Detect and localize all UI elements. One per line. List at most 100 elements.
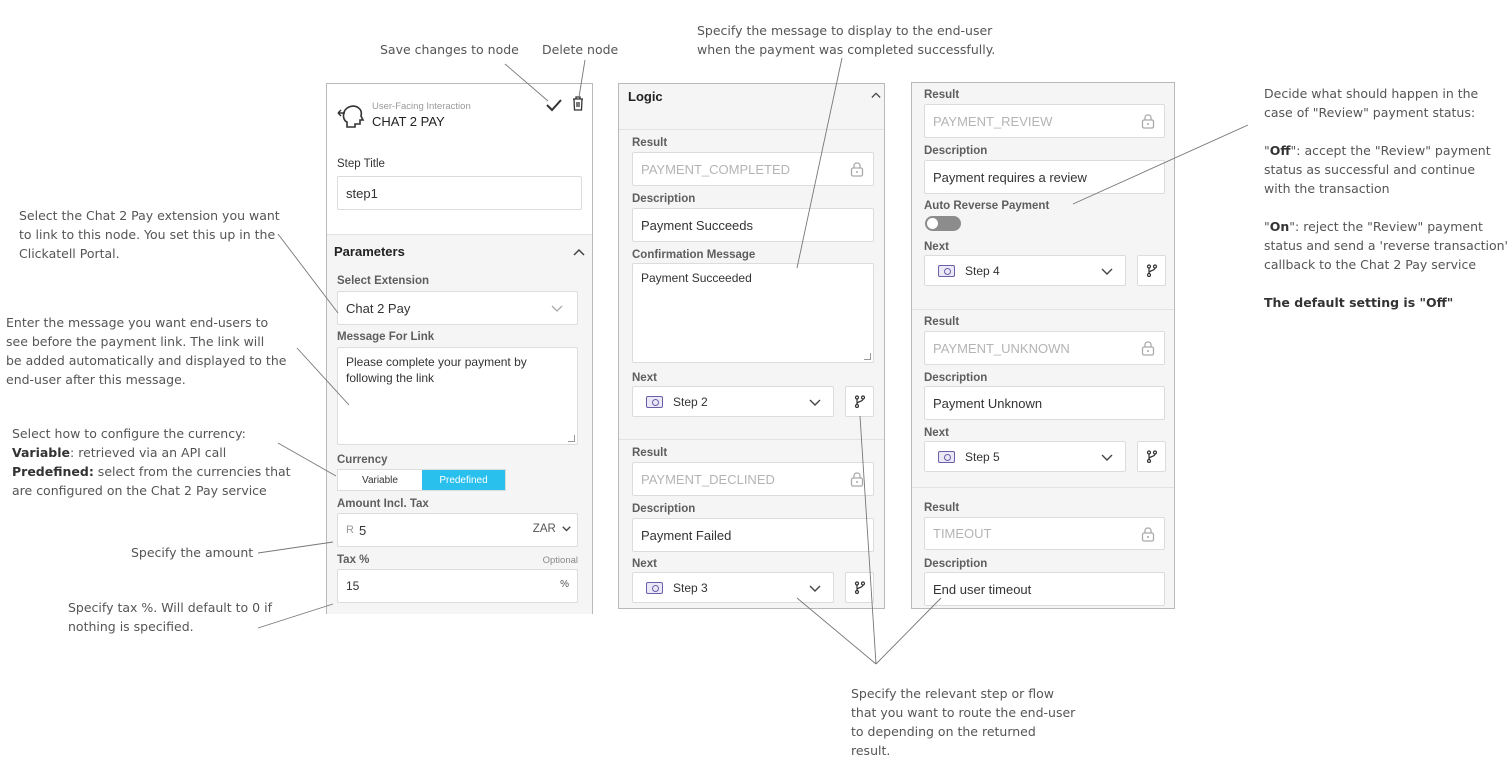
result-field: PAYMENT_DECLINED: [632, 462, 874, 496]
resize-handle[interactable]: [568, 435, 575, 442]
lock-icon: [1141, 341, 1155, 356]
result-field: PAYMENT_UNKNOWN: [924, 331, 1165, 365]
description-input[interactable]: End user timeout: [924, 572, 1165, 606]
chevron-up-icon[interactable]: [573, 248, 585, 256]
next-label: Next: [924, 427, 949, 439]
chevron-down-icon: [551, 305, 563, 312]
annotation-line: when the payment was completed successfu…: [697, 42, 996, 57]
node-category: User-Facing Interaction: [372, 101, 471, 112]
extension-select[interactable]: Chat 2 Pay: [337, 291, 578, 325]
message-textarea[interactable]: Please complete your payment by followin…: [337, 347, 578, 445]
description-input[interactable]: Payment Succeeds: [632, 208, 874, 242]
annotation-bold: The default setting is "Off": [1264, 295, 1454, 310]
auto-reverse-toggle[interactable]: [925, 216, 961, 231]
next-label: Next: [632, 558, 657, 570]
amount-label: Amount Incl. Tax: [337, 498, 429, 510]
next-label: Next: [924, 241, 949, 253]
amount-currency: ZAR: [532, 523, 556, 535]
annotation-bold: Predefined:: [12, 464, 94, 479]
result-field: TIMEOUT: [924, 517, 1165, 550]
result-label: Result: [924, 502, 960, 514]
chat-head-icon: [337, 105, 365, 128]
annotation-line: to depending on the returned: [851, 724, 1036, 739]
annotation-text: select from the currencies that: [93, 464, 291, 479]
annotation-line: that you want to route the end-user: [851, 705, 1076, 720]
branch-button[interactable]: [845, 572, 874, 603]
description-label: Description: [632, 503, 696, 515]
amount-input[interactable]: R 5 ZAR: [337, 513, 578, 547]
annotation-message: Enter the message you want end-users to …: [6, 313, 286, 389]
parameters-section: Parameters Select Extension Chat 2 Pay M…: [327, 234, 592, 614]
description-input[interactable]: Payment Failed: [632, 518, 874, 552]
description-label: Description: [924, 558, 988, 570]
step-title-input[interactable]: step1: [337, 176, 582, 210]
chevron-down-icon: [809, 585, 821, 592]
currency-toggle: Variable Predefined: [337, 469, 506, 491]
annotation-bold: On: [1269, 219, 1290, 234]
annotation-text: ": accept the "Review" payment: [1290, 143, 1491, 158]
logic-panel: Logic Result PAYMENT_COMPLETED Descripti…: [618, 83, 885, 609]
annotation-line: end-user after this message.: [6, 372, 186, 387]
annotation-line: The default setting is "Off": [1264, 293, 1508, 312]
next-step-select[interactable]: Step 3: [632, 572, 834, 603]
result-block-unknown: Result PAYMENT_UNKNOWN Description Payme…: [912, 309, 1174, 479]
annotation-line: Select the Chat 2 Pay extension you want: [19, 208, 280, 223]
annotation-line: Specify the relevant step or flow: [851, 686, 1055, 701]
branch-icon: [1146, 264, 1157, 277]
branch-button[interactable]: [1137, 255, 1166, 286]
annotation-line: Specify tax %. Will default to 0 if: [68, 600, 272, 615]
branch-button[interactable]: [1137, 441, 1166, 472]
annotation-delete: Delete node: [542, 42, 619, 57]
chevron-down-icon: [1101, 268, 1113, 275]
trash-icon[interactable]: [572, 96, 584, 111]
next-step-select[interactable]: Step 5: [924, 441, 1126, 472]
result-label: Result: [632, 137, 668, 149]
annotation-tax: Specify tax %. Will default to 0 if noth…: [68, 598, 272, 636]
chevron-up-icon[interactable]: [871, 91, 881, 99]
tax-unit: %: [560, 579, 569, 590]
result-label: Result: [924, 89, 960, 101]
message-step-icon: [938, 450, 955, 463]
result-block-completed: Result PAYMENT_COMPLETED Description Pay…: [619, 129, 884, 431]
description-label: Description: [924, 145, 988, 157]
chevron-down-icon: [1101, 454, 1113, 461]
annotation-line: be added automatically and displayed to …: [6, 353, 287, 368]
description-input[interactable]: Payment requires a review: [924, 160, 1165, 194]
annotation-line: see before the payment link. The link wi…: [6, 334, 265, 349]
description-input[interactable]: Payment Unknown: [924, 386, 1165, 420]
lock-icon: [1141, 114, 1155, 129]
annotation-confirmation: Specify the message to display to the en…: [697, 21, 995, 59]
annotation-line: nothing is specified.: [68, 619, 194, 634]
result-block-review: Result PAYMENT_REVIEW Description Paymen…: [912, 83, 1174, 301]
amount-prefix: R: [346, 524, 354, 536]
tax-label: Tax %: [337, 554, 370, 566]
next-step-value: Step 3: [673, 580, 708, 595]
annotation-bold: Off: [1269, 143, 1291, 158]
branch-button[interactable]: [845, 386, 874, 417]
branch-icon: [854, 395, 865, 408]
result-field: PAYMENT_COMPLETED: [632, 152, 874, 186]
amount-value: 5: [358, 522, 367, 538]
annotation-review: Decide what should happen in the case of…: [1264, 84, 1508, 312]
toggle-knob: [927, 218, 938, 229]
tax-input[interactable]: 15 %: [337, 569, 578, 603]
result-label: Result: [632, 447, 668, 459]
confirmation-textarea[interactable]: Payment Succeeded: [632, 263, 874, 363]
annotation-line: "Off": accept the "Review" payment: [1264, 141, 1508, 160]
resize-handle[interactable]: [864, 353, 871, 360]
currency-option-predefined[interactable]: Predefined: [422, 470, 505, 490]
lock-icon: [850, 472, 864, 487]
annotation-currency: Select how to configure the currency: Va…: [12, 424, 291, 500]
confirmation-value: Payment Succeeded: [641, 271, 752, 285]
next-step-value: Step 5: [965, 449, 1000, 464]
annotation-line: Variable: retrieved via an API call: [12, 443, 291, 462]
checkmark-icon[interactable]: [546, 98, 562, 112]
chevron-down-icon: [562, 526, 571, 532]
amount-currency-select[interactable]: ZAR: [533, 523, 571, 535]
next-step-select[interactable]: Step 2: [632, 386, 834, 417]
next-step-value: Step 4: [965, 263, 1000, 278]
next-step-select[interactable]: Step 4: [924, 255, 1126, 286]
currency-option-variable[interactable]: Variable: [338, 470, 422, 490]
next-step-value: Step 2: [673, 394, 708, 409]
message-step-icon: [646, 581, 663, 594]
